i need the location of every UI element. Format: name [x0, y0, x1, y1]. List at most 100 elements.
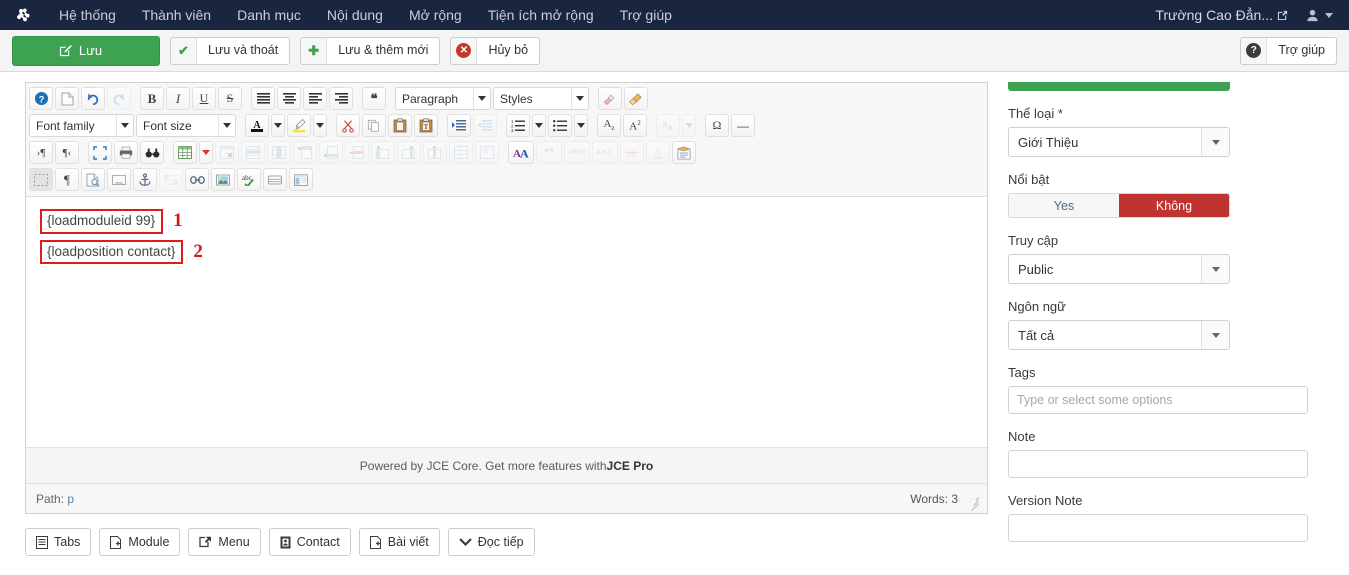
source-code-icon[interactable]: [81, 168, 105, 191]
editor-help-icon[interactable]: ?: [29, 87, 53, 110]
table-row-properties-icon: [241, 141, 265, 164]
insert-table-icon[interactable]: [173, 141, 197, 164]
xtd-button-contact[interactable]: Contact: [268, 528, 351, 556]
chevron-down-icon[interactable]: [1201, 321, 1229, 349]
remove-format-icon[interactable]: [598, 87, 622, 110]
joomla-logo-icon[interactable]: [0, 7, 46, 23]
menu-item-noi-dung[interactable]: Nội dung: [314, 0, 396, 30]
save-button[interactable]: Lưu: [12, 35, 160, 66]
category-select[interactable]: Giới Thiệu: [1008, 127, 1230, 157]
visual-blocks-icon[interactable]: [29, 168, 53, 191]
strikethrough-icon[interactable]: S: [218, 87, 242, 110]
visual-characters-icon[interactable]: ¶: [55, 168, 79, 191]
align-justify-icon[interactable]: [251, 87, 275, 110]
xtd-button-module[interactable]: Module: [99, 528, 181, 556]
chevron-down-icon[interactable]: [218, 115, 234, 136]
chevron-down-icon[interactable]: [1201, 128, 1229, 156]
insert-media-icon[interactable]: [263, 168, 287, 191]
editor-content-area[interactable]: {loadmoduleid 99} 1 {loadposition contac…: [26, 197, 987, 448]
italic-icon[interactable]: I: [166, 87, 190, 110]
highlight-color-dropdown[interactable]: [313, 114, 327, 137]
chevron-down-icon[interactable]: [571, 88, 587, 109]
access-select[interactable]: Public: [1008, 254, 1230, 284]
subscript-icon[interactable]: Az: [597, 114, 621, 137]
loadmodule-tag[interactable]: {loadmoduleid 99}: [40, 209, 164, 234]
featured-no-button[interactable]: Không: [1119, 194, 1229, 217]
cut-icon[interactable]: [336, 114, 360, 137]
link-icon[interactable]: [185, 168, 209, 191]
rtl-direction-icon[interactable]: ¶‹: [55, 141, 79, 164]
underline-icon[interactable]: U: [192, 87, 216, 110]
chevron-down-icon[interactable]: [116, 115, 132, 136]
save-and-new-button[interactable]: ✚ Lưu & thêm mới: [300, 36, 441, 65]
xtd-button-readmore[interactable]: Đọc tiếp: [447, 528, 535, 556]
chevron-down-icon[interactable]: [1201, 255, 1229, 283]
tags-input[interactable]: Type or select some options: [1008, 386, 1308, 414]
featured-yes-button[interactable]: Yes: [1009, 194, 1119, 217]
help-button[interactable]: ? Trợ giúp: [1240, 36, 1337, 65]
paste-icon[interactable]: [388, 114, 412, 137]
styles-select[interactable]: Styles: [493, 87, 589, 110]
blockquote-icon[interactable]: ❝: [362, 87, 386, 110]
resize-grip-icon[interactable]: [968, 493, 979, 512]
bold-icon[interactable]: B: [140, 87, 164, 110]
indent-icon[interactable]: [447, 114, 471, 137]
special-character-icon[interactable]: Ω: [705, 114, 729, 137]
numbered-list-icon[interactable]: 123: [506, 114, 530, 137]
print-icon[interactable]: [114, 141, 138, 164]
chevron-down-icon[interactable]: [473, 88, 489, 109]
menu-item-danh-muc[interactable]: Danh mục: [224, 0, 314, 30]
path-value[interactable]: p: [67, 492, 74, 506]
article-notes-icon[interactable]: [672, 141, 696, 164]
align-right-icon[interactable]: [329, 87, 353, 110]
numbered-list-dropdown[interactable]: [532, 114, 546, 137]
menu-item-thanh-vien[interactable]: Thành viên: [129, 0, 224, 30]
xtd-button-tabs[interactable]: Tabs: [25, 528, 92, 556]
language-select[interactable]: Tất cả: [1008, 320, 1230, 350]
menu-item-he-thong[interactable]: Hệ thống: [46, 0, 129, 30]
template-icon[interactable]: [289, 168, 313, 191]
chevron-down-icon[interactable]: [1325, 12, 1333, 18]
align-left-icon[interactable]: [303, 87, 327, 110]
menu-item-mo-rong[interactable]: Mở rộng: [396, 0, 475, 30]
preview-icon[interactable]: [140, 141, 164, 164]
superscript-icon[interactable]: A2: [623, 114, 647, 137]
table-dropdown[interactable]: [199, 141, 213, 164]
insert-page-break-icon[interactable]: [107, 168, 131, 191]
note-input[interactable]: [1008, 450, 1308, 478]
font-family-select[interactable]: Font family: [29, 114, 134, 137]
fullscreen-icon[interactable]: [88, 141, 112, 164]
save-and-close-button[interactable]: ✔ Lưu và thoát: [170, 36, 291, 65]
user-icon[interactable]: [1306, 9, 1325, 22]
version-note-input[interactable]: [1008, 514, 1308, 542]
highlight-color-icon[interactable]: [287, 114, 311, 137]
featured-toggle[interactable]: Yes Không: [1008, 193, 1230, 218]
bullet-list-dropdown[interactable]: [574, 114, 588, 137]
spellchecker-icon[interactable]: abc: [237, 168, 261, 191]
horizontal-rule-icon[interactable]: —: [731, 114, 755, 137]
undo-icon[interactable]: [81, 87, 105, 110]
paragraph-format-select[interactable]: Paragraph: [395, 87, 491, 110]
text-color-icon[interactable]: A: [245, 114, 269, 137]
text-color-dropdown[interactable]: [271, 114, 285, 137]
ltr-direction-icon[interactable]: ›¶: [29, 141, 53, 164]
cancel-button[interactable]: ✕ Hủy bỏ: [450, 36, 541, 65]
insert-image-icon[interactable]: [211, 168, 235, 191]
xtd-button-article[interactable]: Bài viết: [358, 528, 440, 556]
clean-styles-icon[interactable]: [624, 87, 648, 110]
paste-as-text-icon[interactable]: T: [414, 114, 438, 137]
field-group-featured: Nổi bật Yes Không: [1008, 172, 1329, 218]
menu-item-tro-giup[interactable]: Trợ giúp: [607, 0, 685, 30]
copy-icon[interactable]: [362, 114, 386, 137]
new-document-icon[interactable]: [55, 87, 79, 110]
loadposition-tag[interactable]: {loadposition contact}: [40, 239, 184, 265]
jce-pro-link[interactable]: JCE Pro: [607, 459, 654, 473]
anchor-icon[interactable]: [133, 168, 157, 191]
bullet-list-icon[interactable]: [548, 114, 572, 137]
font-size-select[interactable]: Font size: [136, 114, 236, 137]
menu-item-tien-ich-mo-rong[interactable]: Tiện ích mở rộng: [475, 0, 607, 30]
align-center-icon[interactable]: [277, 87, 301, 110]
xtd-button-menu[interactable]: Menu: [188, 528, 261, 556]
font-case-icon[interactable]: AA: [508, 141, 534, 164]
external-link-icon[interactable]: [1277, 10, 1306, 21]
